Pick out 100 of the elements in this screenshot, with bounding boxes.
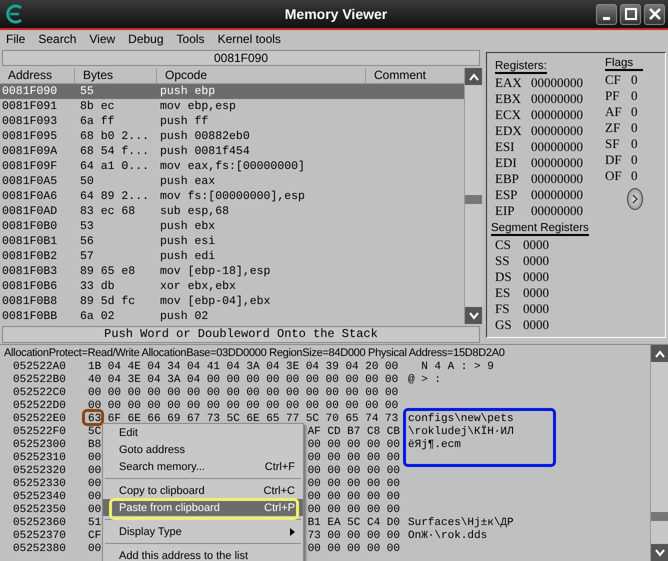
disassembly-row[interactable]: 0081F0AD 83 ec 68 sub esp,68 xyxy=(0,204,464,219)
scrollbar[interactable] xyxy=(650,345,668,561)
hex-bytes[interactable]: 00 00 00 00 00 xyxy=(308,465,400,478)
flag-value[interactable]: 0 xyxy=(631,120,638,136)
menu-item[interactable]: Search memory... Ctrl+F xyxy=(103,458,303,475)
hex-bytes[interactable]: 00 xyxy=(88,478,102,491)
menu-item[interactable]: Debug xyxy=(128,32,164,46)
flag-value[interactable]: 0 xyxy=(631,104,638,120)
hex-bytes[interactable]: B8 xyxy=(88,439,102,452)
hex-bytes[interactable]: 00 00 00 00 00 xyxy=(308,478,400,491)
disassembly-row[interactable]: 0081F093 6a ff push ff xyxy=(0,114,464,129)
disassembly-row[interactable]: 0081F0A5 50 push eax xyxy=(0,174,464,189)
menu-item[interactable]: Kernel tools xyxy=(218,32,281,46)
disassembly-row[interactable]: 0081F0B6 33 db xor ebx,ebx xyxy=(0,279,464,294)
hex-bytes[interactable]: 00 00 00 00 00 xyxy=(308,543,400,556)
hex-address: 05252330 xyxy=(12,478,67,491)
hex-address: 052522B0 xyxy=(12,374,67,387)
hex-bytes[interactable]: 5C xyxy=(88,426,102,439)
register-value[interactable]: 0000 xyxy=(523,237,549,253)
disassembly-row[interactable]: 0081F0B8 89 5d fc mov [ebp-04],ebx xyxy=(0,294,464,309)
register-value[interactable]: 0000 xyxy=(523,253,549,269)
hex-bytes[interactable]: 00 00 00 00 00 00 00 00 00 00 00 00 00 00 00 00 xyxy=(88,387,398,400)
register-value[interactable]: 0000 xyxy=(523,317,549,333)
register-value[interactable]: 0000 xyxy=(523,285,549,301)
menu-item[interactable]: File xyxy=(6,32,26,46)
register-value[interactable]: 00000000 xyxy=(531,75,583,91)
disassembly-row[interactable]: 0081F0B2 57 push edi xyxy=(0,249,464,264)
maximize-icon xyxy=(624,8,636,20)
menu-item[interactable]: Search xyxy=(38,32,76,46)
disassembly-row[interactable]: 0081F09F 64 a1 0... mov eax,fs:[00000000] xyxy=(0,159,464,174)
flag-value[interactable]: 0 xyxy=(631,152,638,168)
disassembly-row[interactable]: 0081F09A 68 54 f... push 0081f454 xyxy=(0,144,464,159)
register-value[interactable]: 00000000 xyxy=(531,171,583,187)
menu-item[interactable]: Tools xyxy=(176,32,205,46)
register-value[interactable]: 00000000 xyxy=(531,107,583,123)
column-header[interactable]: Comment xyxy=(366,68,464,83)
column-header[interactable]: Bytes xyxy=(75,68,157,83)
disassembly-row[interactable]: 0081F0BB 6a 02 push 02 xyxy=(0,309,464,324)
disassembly-row[interactable]: 0081F0B1 56 push esi xyxy=(0,234,464,249)
hex-bytes[interactable]: AF CD B7 C8 CB xyxy=(308,426,400,439)
maximize-button[interactable] xyxy=(620,4,641,24)
register-value[interactable]: 0000 xyxy=(523,269,549,285)
region-info: AllocationProtect=Read/Write AllocationBase=03DD0000 RegionSize=84D000 Physical Address=15D8D2A0 xyxy=(3,346,506,361)
register-value[interactable]: 00000000 xyxy=(531,203,583,219)
flag-value[interactable]: 0 xyxy=(631,168,638,184)
hex-bytes[interactable]: 73 00 00 00 00 xyxy=(308,530,400,543)
hex-bytes[interactable]: 40 04 3E 04 3A 04 00 00 00 00 00 00 00 00 00 00 xyxy=(88,374,398,387)
scroll-down-icon xyxy=(654,548,666,556)
scrollbar[interactable] xyxy=(464,68,482,324)
hex-bytes[interactable]: 00 xyxy=(88,465,102,478)
hex-bytes[interactable]: 00 xyxy=(88,543,102,556)
menu-item[interactable]: Edit xyxy=(103,424,303,441)
disassembly-row[interactable]: 0081F090 55 push ebp xyxy=(0,84,464,99)
disassembly-row[interactable]: 0081F095 68 b0 2... push 00882eb0 xyxy=(0,129,464,144)
hex-bytes[interactable]: 1B 04 4E 04 34 04 41 04 3A 04 3E 04 39 04 20 00 xyxy=(88,361,398,374)
expand-button[interactable] xyxy=(627,188,643,210)
register-name: SS xyxy=(495,253,510,269)
hex-address: 05252320 xyxy=(12,465,67,478)
scroll-thumb[interactable] xyxy=(465,195,482,204)
hex-bytes[interactable]: 00 xyxy=(88,452,102,465)
hex-bytes[interactable]: 00 00 00 00 00 xyxy=(308,452,400,465)
hex-bytes[interactable]: 51 xyxy=(88,517,102,530)
close-icon xyxy=(648,8,660,20)
flag-value[interactable]: 0 xyxy=(631,72,638,88)
column-header[interactable]: Address xyxy=(0,68,75,83)
hex-bytes[interactable]: CF xyxy=(88,530,102,543)
close-button[interactable] xyxy=(644,4,665,24)
disassembly-row[interactable]: 0081F0B0 53 push ebx xyxy=(0,219,464,234)
disassembly-row[interactable]: 0081F091 8b ec mov ebp,esp xyxy=(0,99,464,114)
register-value[interactable]: 00000000 xyxy=(531,187,583,203)
scroll-thumb[interactable] xyxy=(651,512,668,521)
hex-bytes[interactable]: B1 EA 5C C4 D0 xyxy=(308,517,400,530)
segment-registers-heading: Segment Registers xyxy=(491,222,589,236)
menu-item[interactable]: Display Type xyxy=(103,523,303,540)
disassembly-row[interactable]: 0081F0A6 64 89 2... mov fs:[00000000],esp xyxy=(0,189,464,204)
register-name: ESI xyxy=(495,139,516,155)
disassembly-row[interactable]: 0081F0B3 89 65 e8 mov [ebp-18],esp xyxy=(0,264,464,279)
register-value[interactable]: 00000000 xyxy=(531,91,583,107)
register-value[interactable]: 00000000 xyxy=(531,123,583,139)
hex-bytes[interactable]: 00 00 00 00 00 xyxy=(308,491,400,504)
menu-item[interactable]: View xyxy=(89,32,116,46)
flag-value[interactable]: 0 xyxy=(631,88,638,104)
hex-bytes[interactable]: 00 xyxy=(88,491,102,504)
hex-bytes[interactable]: 00 00 00 00 00 xyxy=(308,439,400,452)
menu-item[interactable]: Add this address to the list xyxy=(103,547,303,561)
hex-bytes[interactable]: 00 00 00 00 00 00 00 00 00 00 00 00 00 00 00 00 xyxy=(88,400,398,413)
menu-item[interactable]: Copy to clipboard Ctrl+C xyxy=(103,482,303,499)
register-value[interactable]: 00000000 xyxy=(531,155,583,171)
menu-item[interactable]: Goto address xyxy=(103,441,303,458)
register-value[interactable]: 00000000 xyxy=(531,139,583,155)
register-value[interactable]: 0000 xyxy=(523,301,549,317)
address-field[interactable]: 0081F090 xyxy=(2,50,480,66)
hex-bytes[interactable]: 00 00 00 00 00 xyxy=(308,504,400,517)
hex-bytes[interactable]: 00 xyxy=(88,504,102,517)
register-name: CS xyxy=(495,237,512,253)
column-header[interactable]: Opcode xyxy=(157,68,366,83)
flag-value[interactable]: 0 xyxy=(631,136,638,152)
hex-address: 05252340 xyxy=(12,491,67,504)
minimize-button[interactable] xyxy=(596,4,617,24)
flag-name: OF xyxy=(605,168,623,184)
